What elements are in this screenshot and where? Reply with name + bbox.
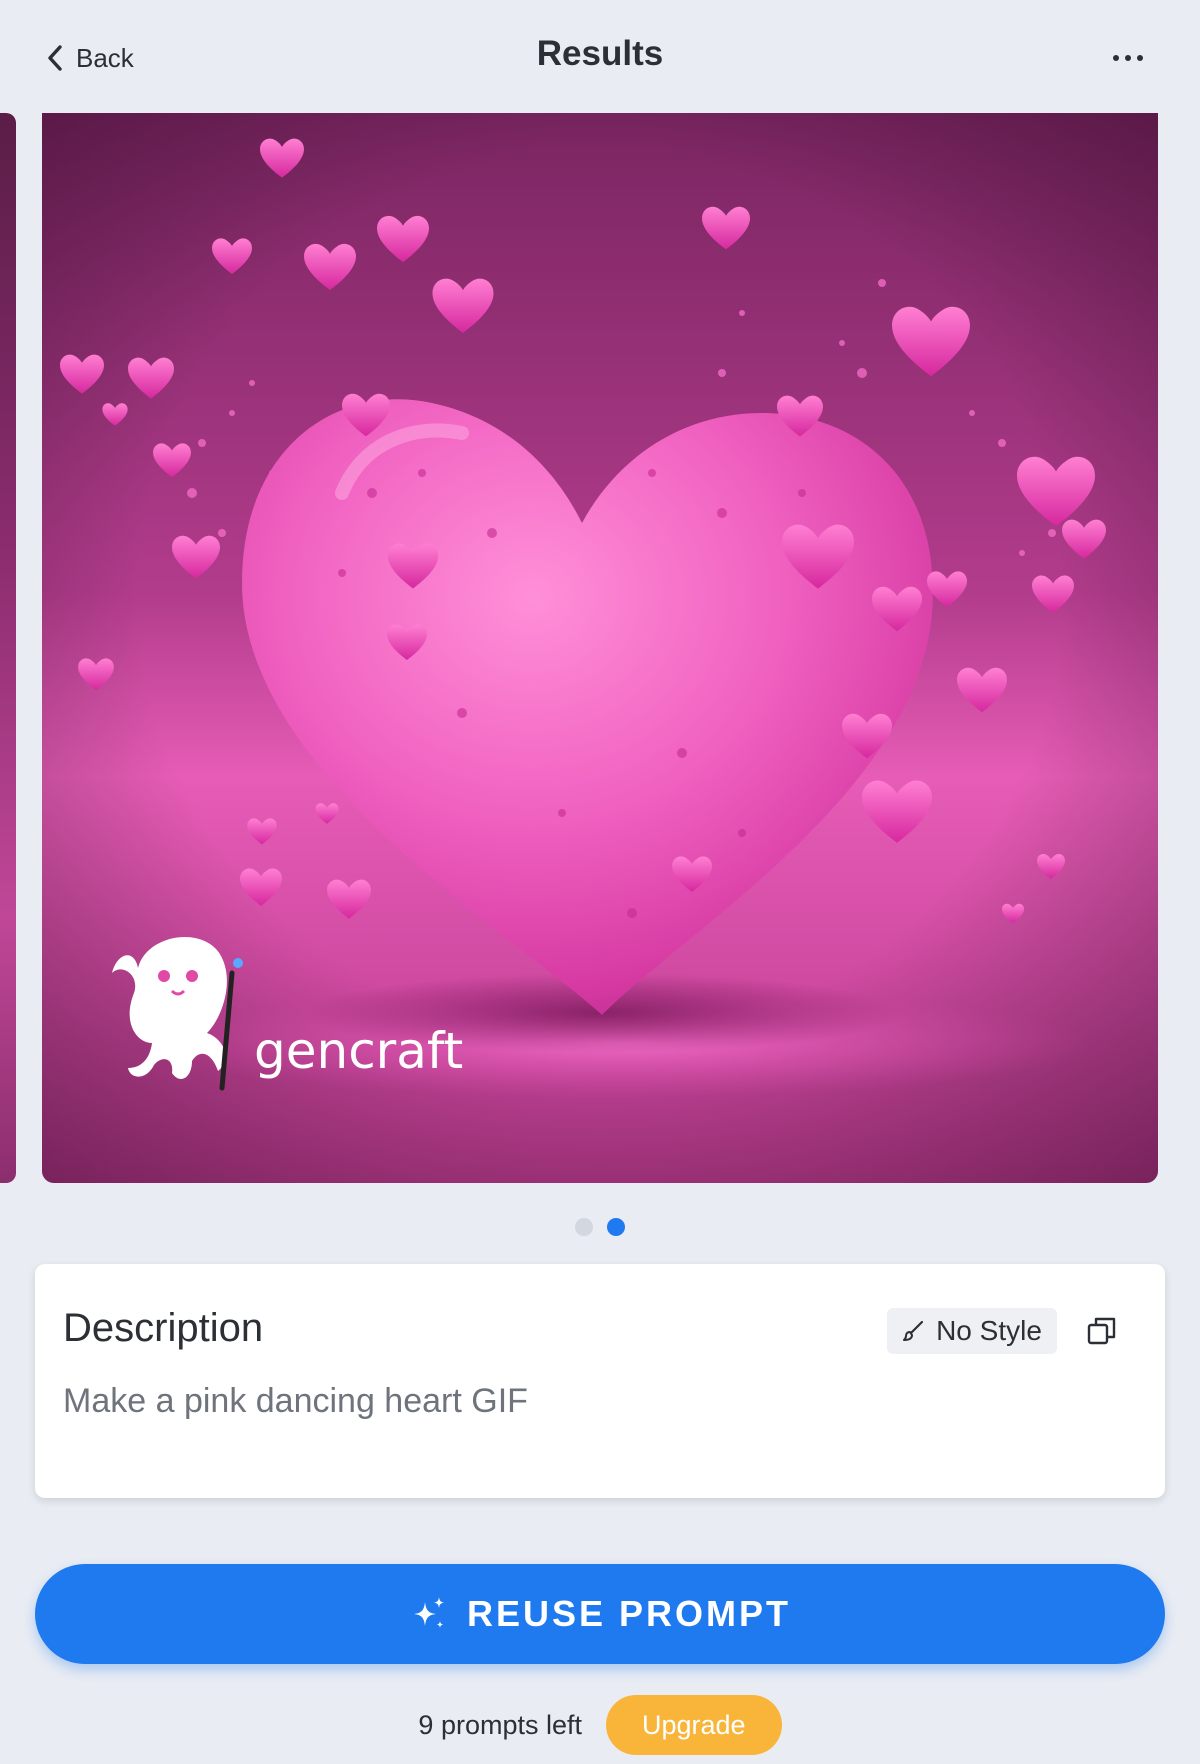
pink-heart-artwork: gencraft xyxy=(42,113,1158,1183)
description-title: Description xyxy=(63,1306,264,1350)
carousel-pagination xyxy=(0,1218,1200,1238)
previous-image-peek[interactable] xyxy=(0,113,16,1183)
style-badge[interactable]: No Style xyxy=(887,1308,1057,1354)
prompts-left-count: 9 prompts left xyxy=(418,1709,582,1740)
footer: 9 prompts left Upgrade xyxy=(0,1694,1200,1756)
sparkles-icon xyxy=(413,1597,444,1628)
prompt-text: Make a pink dancing heart GIF xyxy=(63,1382,528,1420)
top-bar: Back Results xyxy=(0,0,1200,112)
reuse-prompt-button[interactable]: REUSE PROMPT xyxy=(35,1564,1165,1664)
reuse-prompt-label: REUSE PROMPT xyxy=(466,1593,792,1634)
generated-image[interactable]: gencraft xyxy=(42,113,1158,1183)
description-card: Description No Style Make a pink dancing… xyxy=(35,1264,1165,1498)
more-options-button[interactable] xyxy=(1108,40,1148,76)
ellipsis-icon xyxy=(1113,55,1119,61)
page-dot-1[interactable] xyxy=(575,1218,593,1236)
watermark-text: gencraft xyxy=(254,1022,463,1080)
page-dot-2-active[interactable] xyxy=(607,1218,625,1236)
upgrade-button[interactable]: Upgrade xyxy=(606,1695,782,1755)
brush-icon xyxy=(903,1320,924,1341)
results-screen: Back Results gencraft Description No Sty… xyxy=(0,0,1200,1764)
page-title: Results xyxy=(536,34,664,73)
copy-icon[interactable] xyxy=(1085,1314,1119,1348)
style-label: No Style xyxy=(936,1315,1042,1346)
